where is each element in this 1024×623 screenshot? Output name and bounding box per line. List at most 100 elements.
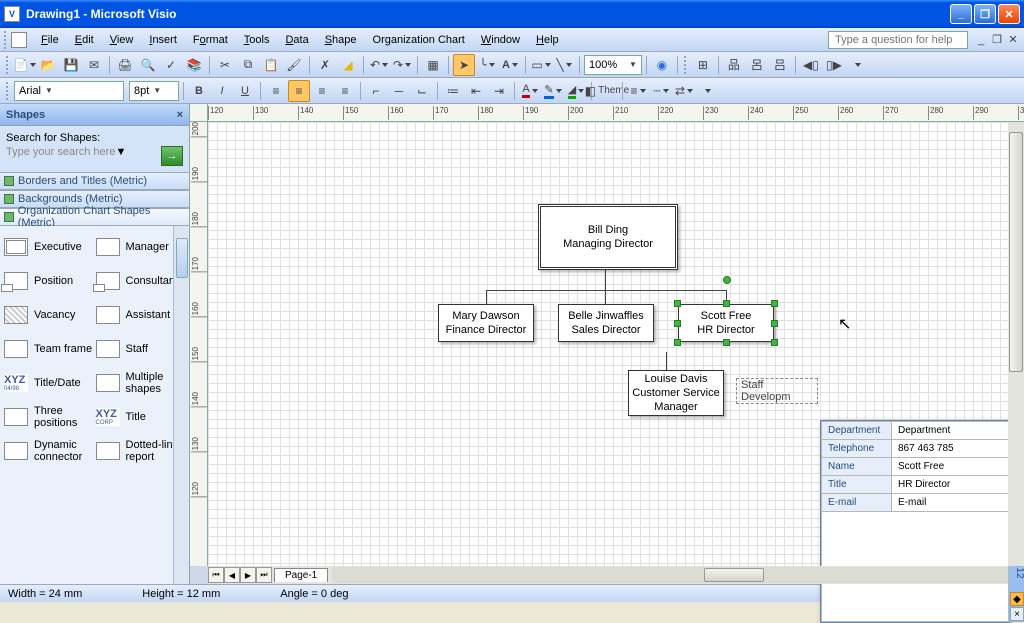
shape-master[interactable]: Three positions xyxy=(4,402,94,432)
move-right-button[interactable]: ▯▶ xyxy=(823,54,845,76)
email-button[interactable]: ✉ xyxy=(83,54,105,76)
maximize-button[interactable]: ❐ xyxy=(974,4,996,24)
shape-master[interactable]: Position xyxy=(4,266,94,296)
menu-insert[interactable]: Insert xyxy=(141,31,185,49)
shape-search-input[interactable]: Type your search here▼ xyxy=(6,146,157,166)
toolbar-overflow[interactable] xyxy=(846,54,868,76)
canvas-vertical-scrollbar[interactable] xyxy=(1008,122,1024,566)
copy-button[interactable]: ⧉ xyxy=(237,54,259,76)
align-right-button[interactable]: ≡ xyxy=(311,80,333,102)
align-bottom-button[interactable]: ⌙ xyxy=(411,80,433,102)
bold-button[interactable]: B xyxy=(188,80,210,102)
doc-restore-button[interactable]: ❐ xyxy=(990,33,1004,47)
shape-master[interactable]: Dotted-line report xyxy=(96,436,186,466)
toolbar-handle[interactable] xyxy=(6,56,11,74)
format-painter-button[interactable]: 🖌 xyxy=(283,54,305,76)
page-next-button[interactable]: ▶ xyxy=(240,567,256,583)
theme-button[interactable]: ◧Theme xyxy=(596,80,618,102)
rotation-handle[interactable] xyxy=(723,276,731,284)
shape-data-value[interactable]: Department xyxy=(892,422,1009,440)
menu-data[interactable]: Data xyxy=(277,31,316,49)
canvas-horizontal-scrollbar[interactable] xyxy=(332,567,1008,583)
undo-button[interactable]: ↶ xyxy=(368,54,390,76)
relayout-button[interactable]: ⊞ xyxy=(692,54,714,76)
line-color-button[interactable]: ✎ xyxy=(542,80,564,102)
delete-button[interactable]: ✗ xyxy=(314,54,336,76)
shape-data-autohide-button[interactable]: ◆ xyxy=(1010,592,1024,606)
layout-horiz-button[interactable]: 品 xyxy=(723,54,745,76)
menu-file[interactable]: File xyxy=(33,31,67,49)
rectangle-tool-button[interactable]: ▭ xyxy=(530,54,552,76)
highlight-button[interactable]: ◢ xyxy=(337,54,359,76)
menu-orgchart[interactable]: Organization Chart xyxy=(365,31,473,49)
shape-master[interactable]: Vacancy xyxy=(4,300,94,330)
orgchart-position-box[interactable]: Louise Davis Customer Service Manager xyxy=(628,370,724,416)
italic-button[interactable]: I xyxy=(211,80,233,102)
font-size-combo[interactable]: 8pt▼ xyxy=(129,81,179,101)
search-go-button[interactable]: → xyxy=(161,146,183,166)
shape-master[interactable]: Dynamic connector xyxy=(4,436,94,466)
shape-data-value[interactable]: HR Director xyxy=(892,476,1009,494)
font-name-combo[interactable]: Arial▼ xyxy=(14,81,124,101)
menu-window[interactable]: Window xyxy=(473,31,528,49)
toolbar-handle[interactable] xyxy=(6,82,11,100)
menu-format[interactable]: Format xyxy=(185,31,236,49)
align-center-button[interactable]: ≡ xyxy=(288,80,310,102)
shape-master[interactable]: Assistant xyxy=(96,300,186,330)
shape-data-value[interactable]: 867 463 785 xyxy=(892,440,1009,458)
layout-side-button[interactable]: 吕 xyxy=(769,54,791,76)
line-weight-button[interactable]: ≡ xyxy=(627,80,649,102)
page-prev-button[interactable]: ◀ xyxy=(224,567,240,583)
menu-tools[interactable]: Tools xyxy=(236,31,278,49)
help-search-input[interactable] xyxy=(828,31,968,49)
shape-master[interactable]: Consultant xyxy=(96,266,186,296)
stencil-borders[interactable]: Borders and Titles (Metric) xyxy=(0,172,189,190)
page-last-button[interactable]: ⏭ xyxy=(256,567,272,583)
new-button[interactable]: 📄 xyxy=(14,54,36,76)
selection-handles[interactable] xyxy=(678,304,774,342)
move-left-button[interactable]: ◀▯ xyxy=(800,54,822,76)
shape-data-close-button[interactable]: × xyxy=(1010,607,1024,621)
shapes-panel-close-button[interactable]: × xyxy=(177,109,183,121)
stencil-orgchart[interactable]: Organization Chart Shapes (Metric) xyxy=(0,208,189,226)
menu-view[interactable]: View xyxy=(102,31,142,49)
redo-button[interactable]: ↷ xyxy=(391,54,413,76)
font-color-button[interactable]: A xyxy=(519,80,541,102)
menu-edit[interactable]: Edit xyxy=(67,31,102,49)
pointer-tool-button[interactable]: ➤ xyxy=(453,54,475,76)
shape-data-value[interactable]: Scott Free xyxy=(892,458,1009,476)
print-preview-button[interactable]: 🔍 xyxy=(137,54,159,76)
toolbar-handle[interactable] xyxy=(4,31,9,49)
increase-indent-button[interactable]: ⇥ xyxy=(488,80,510,102)
cut-button[interactable]: ✂ xyxy=(214,54,236,76)
toolbar-handle[interactable] xyxy=(684,56,689,74)
line-pattern-button[interactable]: ┄ xyxy=(650,80,672,102)
align-top-button[interactable]: ⌐ xyxy=(365,80,387,102)
connector-tool-button[interactable]: ╰ xyxy=(476,54,498,76)
orgchart-manager-box[interactable]: Belle Jinwaffles Sales Director xyxy=(558,304,654,342)
line-tool-button[interactable]: ╲ xyxy=(553,54,575,76)
fill-color-button[interactable]: ◢ xyxy=(565,80,587,102)
orgchart-executive-box[interactable]: Bill Ding Managing Director xyxy=(538,204,678,270)
menu-help[interactable]: Help xyxy=(528,31,567,49)
shape-data-window[interactable]: Shape Data - Manager.12 DepartmentDepart… xyxy=(820,420,1010,623)
page-first-button[interactable]: ⏮ xyxy=(208,567,224,583)
shape-master[interactable]: Team frame xyxy=(4,334,94,364)
open-button[interactable]: 📂 xyxy=(37,54,59,76)
bullets-button[interactable]: ≔ xyxy=(442,80,464,102)
menu-shape[interactable]: Shape xyxy=(317,31,365,49)
shapes-window-button[interactable]: ▦ xyxy=(422,54,444,76)
shape-master[interactable]: Multiple shapes xyxy=(96,368,186,398)
shape-master[interactable]: Manager xyxy=(96,232,186,262)
shape-master[interactable]: XYZ04/98Title/Date xyxy=(4,368,94,398)
underline-button[interactable]: U xyxy=(234,80,256,102)
zoom-combo[interactable]: 100%▼ xyxy=(584,55,642,75)
align-justify-button[interactable]: ≡ xyxy=(334,80,356,102)
help-button[interactable]: ◉ xyxy=(651,54,673,76)
shapes-scrollbar[interactable] xyxy=(173,226,189,584)
paste-button[interactable]: 📋 xyxy=(260,54,282,76)
document-icon[interactable] xyxy=(11,32,27,48)
line-ends-button[interactable]: ⇄ xyxy=(673,80,695,102)
close-button[interactable]: ✕ xyxy=(998,4,1020,24)
doc-close-button[interactable]: ✕ xyxy=(1006,33,1020,47)
